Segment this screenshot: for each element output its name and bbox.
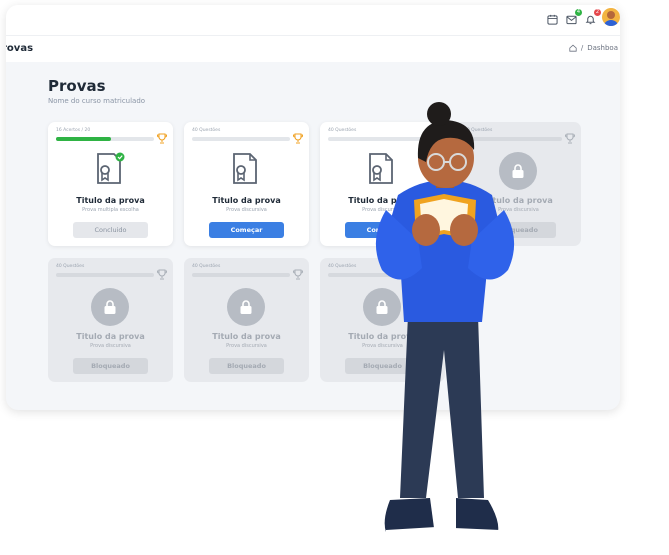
mail-icon[interactable]: 4 — [564, 9, 582, 26]
exam-meta: 40 Questões — [328, 264, 357, 269]
progress-fill — [56, 137, 111, 141]
trophy-icon — [565, 133, 575, 144]
page-label: rovas — [6, 43, 34, 54]
exam-subtitle: Prova discursiva — [226, 343, 267, 349]
completed-button[interactable]: Concluido — [73, 222, 148, 238]
top-bar: 4 2 — [6, 5, 620, 35]
avatar[interactable] — [602, 8, 620, 26]
certificate-icon — [97, 152, 125, 184]
exam-meta: 40 Questões — [192, 264, 221, 269]
lock-icon — [227, 288, 265, 326]
exam-subtitle: Prova discursiva — [226, 207, 267, 213]
bell-badge: 2 — [594, 9, 601, 16]
exam-title: Titulo da prova — [212, 196, 281, 205]
exam-meta: 16 Acertos / 20 — [56, 128, 91, 133]
person-reading-illustration — [375, 102, 515, 536]
page-subtitle: Nome do curso matriculado — [48, 97, 146, 105]
breadcrumb-item[interactable]: Dashboa — [587, 44, 618, 52]
trophy-icon — [157, 133, 167, 144]
exam-title: Titulo da prova — [212, 332, 281, 341]
exam-meta: 40 Questões — [328, 128, 357, 133]
exam-card: 40 Questões Titulo da prova Prova discur… — [184, 122, 309, 246]
exam-subtitle: Prova multipla escolha — [82, 207, 139, 213]
exam-subtitle: Prova discursiva — [90, 343, 131, 349]
mail-badge: 4 — [575, 9, 582, 16]
bell-icon[interactable]: 2 — [583, 9, 601, 26]
progress-bar — [192, 137, 290, 141]
exam-meta: 40 Questões — [192, 128, 221, 133]
lock-icon — [91, 288, 129, 326]
trophy-icon — [293, 133, 303, 144]
exam-meta: 40 Questões — [56, 264, 85, 269]
exam-card-locked: 40 Questões Titulo da prova Prova discur… — [48, 258, 173, 382]
trophy-icon — [157, 269, 167, 280]
trophy-icon — [293, 269, 303, 280]
exam-card: 16 Acertos / 20 Titulo da prova Prova mu… — [48, 122, 173, 246]
page-title: Provas — [48, 77, 106, 95]
locked-button: Bloqueado — [73, 358, 148, 374]
exam-title: Titulo da prova — [76, 332, 145, 341]
exam-card-locked: 40 Questões Titulo da prova Prova discur… — [184, 258, 309, 382]
start-button[interactable]: Começar — [209, 222, 284, 238]
certificate-icon — [233, 153, 257, 184]
locked-button: Bloqueado — [209, 358, 284, 374]
exam-title: Titulo da prova — [76, 196, 145, 205]
progress-bar — [192, 273, 290, 277]
header-bar: rovas / Dashboa — [6, 35, 620, 62]
breadcrumb: / Dashboa — [569, 44, 618, 52]
progress-bar — [56, 137, 154, 141]
progress-bar — [56, 273, 154, 277]
home-icon[interactable] — [569, 44, 577, 52]
breadcrumb-separator: / — [580, 44, 584, 52]
calendar-icon[interactable] — [545, 12, 559, 26]
